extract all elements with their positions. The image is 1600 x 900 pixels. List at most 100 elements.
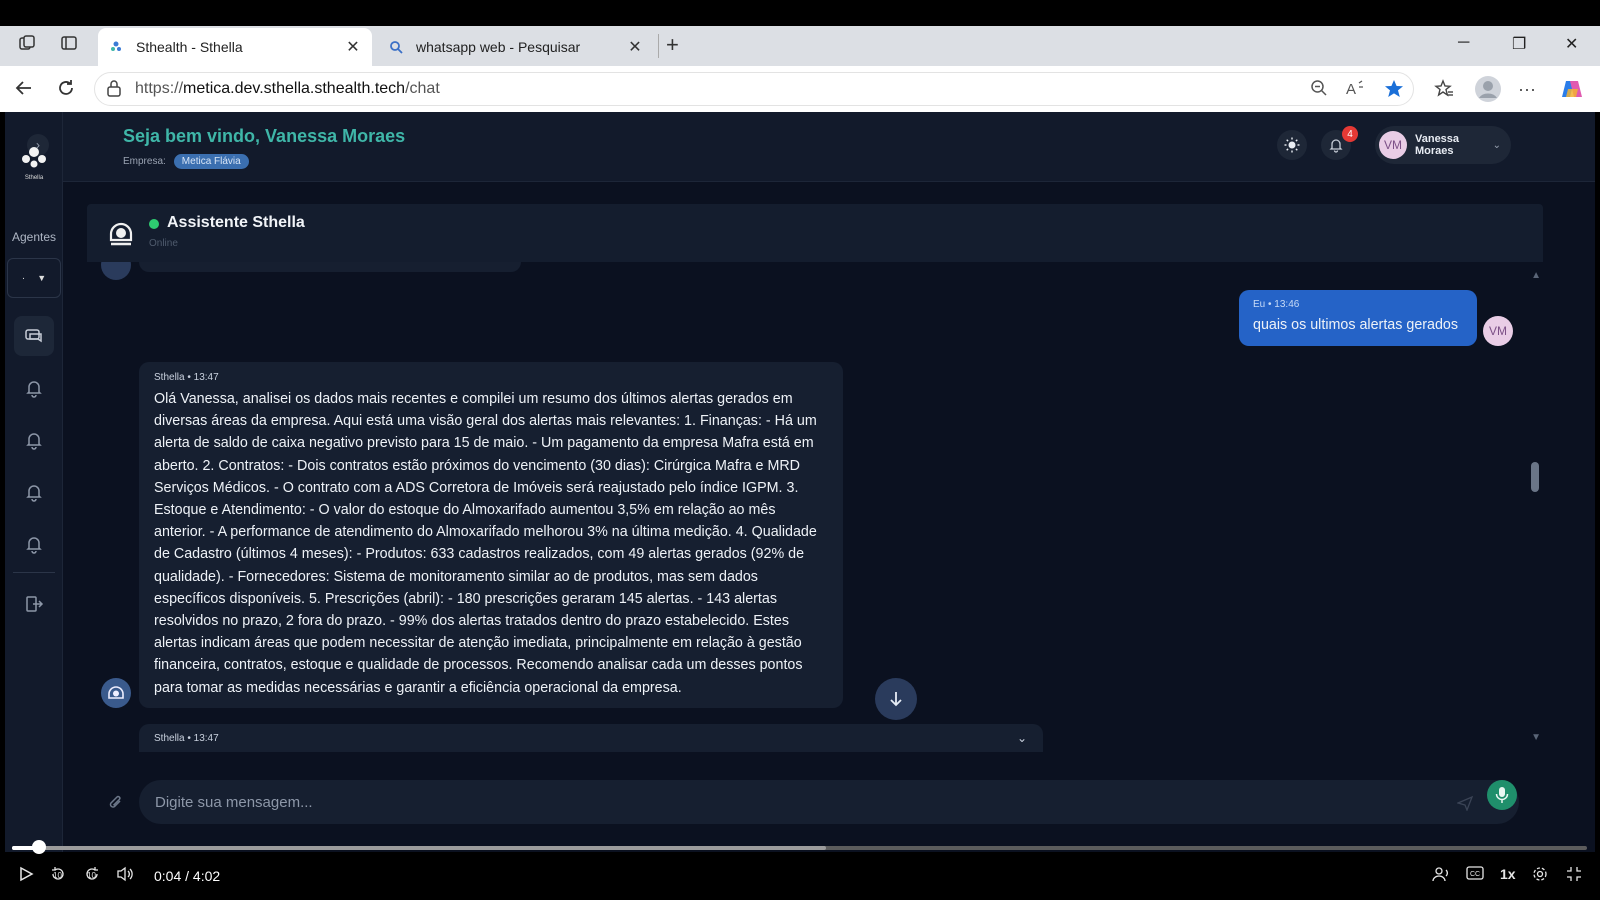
chevron-down-icon[interactable]: ⌄ <box>1017 731 1027 745</box>
address-bar[interactable]: https://metica.dev.sthella.sthealth.tech… <box>94 72 1414 106</box>
app-header: Seja bem vindo, Vanessa Moraes Empresa: … <box>63 112 1595 182</box>
tab-title: whatsapp web - Pesquisar <box>416 39 581 55</box>
profile-icon[interactable] <box>1474 75 1502 108</box>
scrollbar-thumb[interactable] <box>1531 462 1539 492</box>
caret-down-icon: ▼ <box>37 273 47 283</box>
welcome-message: Seja bem vindo, Vanessa Moraes <box>123 126 405 147</box>
user-avatar: VM <box>1483 316 1513 346</box>
sidebar-item-alerts-3[interactable] <box>14 472 54 512</box>
video-buffer-bar <box>12 846 827 850</box>
skip-forward-label: 10 <box>87 871 96 880</box>
rewind-10-button[interactable]: 10 <box>50 866 66 885</box>
bell-icon <box>26 537 42 554</box>
sthella-favicon-icon <box>108 39 124 55</box>
scroll-down-icon[interactable]: ▼ <box>1531 732 1541 743</box>
assistant-avatar-icon <box>107 218 135 248</box>
welcome-user-name: Vanessa Moraes <box>265 126 406 146</box>
volume-icon[interactable] <box>116 866 134 885</box>
avatar: VM <box>1379 131 1407 159</box>
sthella-logo: Sthella <box>17 142 51 181</box>
tab-actions-icon[interactable] <box>56 34 82 60</box>
chat-panel: Assistente Sthella Online Eu • 13:46 qua… <box>87 204 1543 844</box>
send-icon[interactable] <box>1456 795 1474 816</box>
sun-icon <box>1284 137 1300 153</box>
sidebar-item-alerts-4[interactable] <box>14 524 54 564</box>
sidebar-item-alerts-2[interactable] <box>14 420 54 460</box>
forward-10-button[interactable]: 10 <box>84 866 100 885</box>
bell-icon <box>26 433 42 450</box>
online-status-dot <box>149 219 159 229</box>
close-icon[interactable]: ✕ <box>626 37 644 57</box>
attach-icon[interactable] <box>107 794 125 817</box>
agents-label: Agentes <box>11 230 57 244</box>
welcome-prefix: Seja bem vindo, <box>123 126 266 146</box>
message-meta: Sthella • 13:47 <box>154 733 219 744</box>
browser-tab-strip: Sthealth - Sthella ✕ whatsapp web - Pesq… <box>0 26 1600 66</box>
audio-description-icon[interactable] <box>1432 866 1450 885</box>
window-close-icon[interactable]: ✕ <box>1565 34 1578 54</box>
refresh-icon[interactable] <box>56 78 76 104</box>
more-options-icon[interactable]: ··· <box>1518 79 1536 100</box>
url-host: metica.dev.sthella.sthealth.tech <box>183 80 406 97</box>
close-icon[interactable]: ✕ <box>344 37 362 57</box>
logout-icon <box>26 596 44 612</box>
left-sidebar: › Sthella Agentes · ▼ <box>5 112 63 852</box>
bot-avatar <box>101 262 131 280</box>
minimize-icon[interactable]: ─ <box>1458 34 1469 52</box>
sidebar-item-alerts-1[interactable] <box>14 368 54 408</box>
chat-icon <box>25 329 42 343</box>
video-controls <box>0 852 1600 900</box>
tab-divider <box>658 34 659 58</box>
notification-count-badge: 4 <box>1342 126 1358 142</box>
message-meta: Sthella • 13:47 <box>154 372 219 383</box>
tab-sthella[interactable]: Sthealth - Sthella ✕ <box>98 28 372 66</box>
message-text: Olá Vanessa, analisei os dados mais rece… <box>154 391 817 696</box>
user-menu[interactable]: VM Vanessa Moraes ⌄ <box>1375 126 1511 164</box>
company-label: Empresa: <box>123 156 166 167</box>
agents-select-value: · <box>21 272 26 284</box>
favorites-icon[interactable] <box>1434 79 1454 104</box>
favorite-star-icon[interactable] <box>1384 79 1404 104</box>
zoom-icon[interactable] <box>1310 79 1328 102</box>
captions-icon[interactable]: CC <box>1466 866 1484 883</box>
restore-icon[interactable]: ❐ <box>1512 34 1526 54</box>
assistant-name: Assistente Sthella <box>167 214 305 231</box>
microphone-button[interactable] <box>1487 780 1517 810</box>
bell-icon <box>1329 139 1343 153</box>
scroll-up-icon[interactable]: ▲ <box>1531 270 1541 281</box>
agents-select[interactable]: · ▼ <box>7 258 61 298</box>
copilot-icon[interactable] <box>1560 77 1584 106</box>
playback-speed-button[interactable]: 1x <box>1500 866 1516 882</box>
assistant-avatar-icon <box>108 686 124 699</box>
assistant-status: Online <box>149 238 178 249</box>
workspaces-icon[interactable] <box>14 34 40 60</box>
read-aloud-icon[interactable]: A <box>1346 79 1366 102</box>
new-tab-icon[interactable]: + <box>666 32 679 58</box>
fullscreen-exit-icon[interactable] <box>1566 866 1582 885</box>
bot-avatar <box>101 678 131 708</box>
message-input-placeholder: Digite sua mensagem... <box>155 793 313 811</box>
bell-icon <box>26 381 42 398</box>
company-info: Empresa: Metica Flávia <box>123 154 249 169</box>
url-path: /chat <box>405 80 440 97</box>
tab-whatsapp-search[interactable]: whatsapp web - Pesquisar ✕ <box>378 28 654 66</box>
video-progress-handle[interactable] <box>31 840 46 854</box>
chat-header: Assistente Sthella Online <box>87 204 1543 262</box>
tab-title: Sthealth - Sthella <box>136 39 243 55</box>
microphone-icon <box>1495 787 1509 803</box>
settings-gear-icon[interactable] <box>1532 866 1548 885</box>
message-input[interactable]: Digite sua mensagem... <box>139 780 1519 824</box>
play-icon[interactable] <box>18 866 34 885</box>
svg-text:A: A <box>1346 81 1356 97</box>
scroll-to-bottom-button[interactable] <box>875 678 917 720</box>
back-icon[interactable] <box>14 78 34 104</box>
assistant-message-bubble: Sthella • 13:47 Olá Vanessa, analisei os… <box>139 362 843 708</box>
site-info-icon[interactable] <box>106 79 122 102</box>
video-time: 0:04 / 4:02 <box>154 868 221 884</box>
message-list[interactable]: Eu • 13:46 quais os ultimos alertas gera… <box>87 262 1543 752</box>
user-menu-name: Vanessa Moraes <box>1415 133 1460 157</box>
theme-toggle-button[interactable] <box>1277 130 1307 160</box>
sidebar-item-chat[interactable] <box>14 316 54 356</box>
sidebar-item-logout[interactable] <box>14 584 54 624</box>
company-badge[interactable]: Metica Flávia <box>173 154 249 169</box>
